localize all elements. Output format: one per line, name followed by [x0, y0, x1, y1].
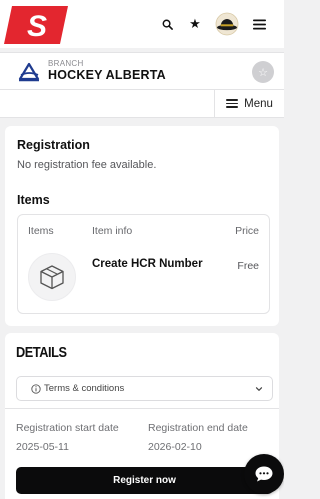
org-type-label: BRANCH [48, 59, 84, 68]
menu-label: Menu [244, 97, 273, 110]
start-date-label: Registration start date [16, 422, 119, 434]
chat-icon [255, 466, 273, 482]
registration-title: Registration [17, 138, 90, 152]
menu-bar: Menu [0, 90, 284, 118]
chat-button[interactable] [244, 454, 284, 494]
items-title: Items [17, 193, 50, 207]
package-icon [28, 253, 76, 301]
terms-label: Terms & conditions [44, 383, 125, 394]
registration-fee-text: No registration fee available. [17, 159, 157, 171]
header-actions: ★ [158, 12, 268, 36]
top-header: S ★ [0, 0, 284, 48]
chevron-down-icon [255, 387, 263, 391]
terms-dropdown[interactable]: Terms & conditions [16, 376, 273, 401]
info-icon [31, 384, 41, 394]
items-table: Items Item info Price Create HCR Number … [17, 214, 270, 314]
start-date-value: 2025-05-11 [16, 441, 69, 453]
page: S ★ BRANCH HOCKEY ALBERTA ☆ Menu Registr… [0, 0, 284, 499]
item-price: Free [237, 260, 259, 272]
register-now-button[interactable]: Register now [16, 467, 273, 494]
favorite-button[interactable]: ☆ [252, 61, 274, 83]
column-header-item-info: Item info [92, 225, 133, 237]
column-header-price: Price [235, 225, 259, 237]
hockey-alberta-logo [18, 62, 40, 82]
spordle-s-logo[interactable]: S [4, 4, 68, 44]
item-name: Create HCR Number [92, 258, 203, 270]
column-header-items: Items [28, 225, 54, 237]
hamburger-icon[interactable] [250, 12, 268, 36]
details-card: DETAILS Terms & conditions Registration … [5, 333, 279, 499]
menu-button[interactable]: Menu [214, 90, 284, 117]
hamburger-icon [226, 99, 239, 108]
organization-header: BRANCH HOCKEY ALBERTA ☆ [0, 52, 284, 90]
end-date-value: 2026-02-10 [148, 441, 202, 453]
registration-card: Registration No registration fee availab… [5, 126, 279, 326]
search-icon[interactable] [158, 12, 176, 36]
star-icon: ☆ [258, 66, 268, 79]
org-name: HOCKEY ALBERTA [48, 68, 166, 82]
avatar-hat-icon[interactable] [214, 12, 240, 36]
svg-text:S: S [27, 10, 47, 43]
divider [5, 408, 279, 409]
end-date-label: Registration end date [148, 422, 248, 434]
star-icon[interactable]: ★ [186, 12, 204, 36]
details-title: DETAILS [16, 344, 67, 361]
